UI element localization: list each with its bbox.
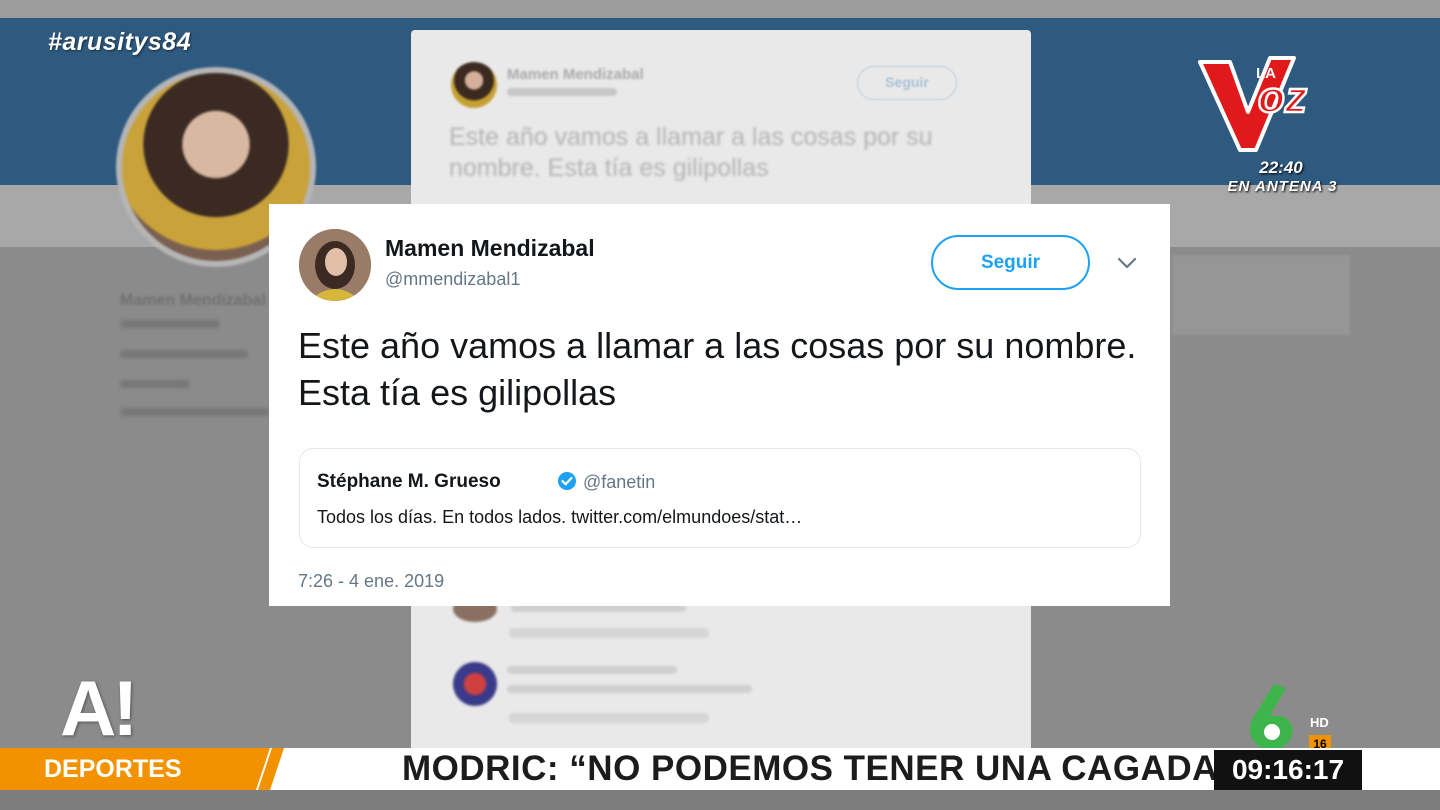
ticker-stripe-decoration [200, 748, 284, 790]
background-blur-line [120, 320, 220, 328]
reply-actions [509, 628, 709, 638]
ticker-section-label: DEPORTES [0, 748, 200, 790]
quoted-tweet[interactable]: Stéphane M. Grueso @fanetin Todos los dí… [299, 448, 1141, 548]
author-handle[interactable]: @mmendizabal1 [385, 269, 520, 290]
background-blur-line [120, 380, 190, 388]
ticker-headline: MODRIC: “NO PODEMOS TENER UNA CAGADA [402, 749, 1214, 788]
bottom-strip [0, 790, 1440, 810]
rear-tweet-text: Este año vamos a llamar a las cosas por … [449, 123, 933, 182]
la-voz-logo: LA oz [1198, 56, 1308, 152]
promo-time: 22:40 [1259, 158, 1303, 177]
tweet-card: Mamen Mendizabal @mmendizabal1 Seguir Es… [269, 204, 1170, 606]
reply-line [507, 685, 752, 693]
tweet-text: Este año vamos a llamar a las cosas por … [298, 325, 1137, 413]
broadcast-clock: 09:16:17 [1214, 750, 1362, 790]
reply-actions [509, 713, 709, 723]
avatar-portrait-icon [299, 229, 371, 301]
rear-tweet-handle [507, 88, 617, 96]
author-avatar[interactable] [299, 229, 371, 301]
lasexta-logo-icon [1250, 684, 1293, 751]
quoted-author-handle: @fanetin [583, 472, 656, 492]
antena3-logo: A! [60, 664, 138, 752]
quoted-author-name: Stéphane M. Grueso [317, 471, 501, 492]
hashtag-overlay: #arusitys84 [48, 28, 192, 56]
background-profile-name: Mamen Mendizabal [120, 292, 266, 309]
follow-button[interactable]: Seguir [931, 235, 1090, 290]
rear-tweet-author-name: Mamen Mendizabal [507, 66, 644, 83]
author-name[interactable]: Mamen Mendizabal [385, 235, 595, 262]
chevron-down-icon[interactable] [1115, 251, 1139, 275]
background-top-bar [0, 0, 1440, 18]
rear-tweet-avatar [451, 62, 497, 108]
rear-tweet-follow-button[interactable]: Seguir [857, 66, 957, 100]
quoted-tweet-text: Todos los días. En todos lados. twitter.… [317, 507, 803, 527]
reply-avatar [453, 662, 497, 706]
background-blur-line [120, 408, 270, 416]
svg-text:oz: oz [1258, 73, 1307, 122]
background-blur-line [120, 350, 248, 358]
verified-icon [558, 472, 576, 490]
reply-line [507, 666, 677, 674]
hd-badge: HD [1310, 715, 1329, 730]
tweet-timestamp[interactable]: 7:26 - 4 ene. 2019 [298, 571, 444, 592]
promo-channel: EN ANTENA 3 [1227, 178, 1338, 195]
background-right-card [1172, 255, 1350, 335]
